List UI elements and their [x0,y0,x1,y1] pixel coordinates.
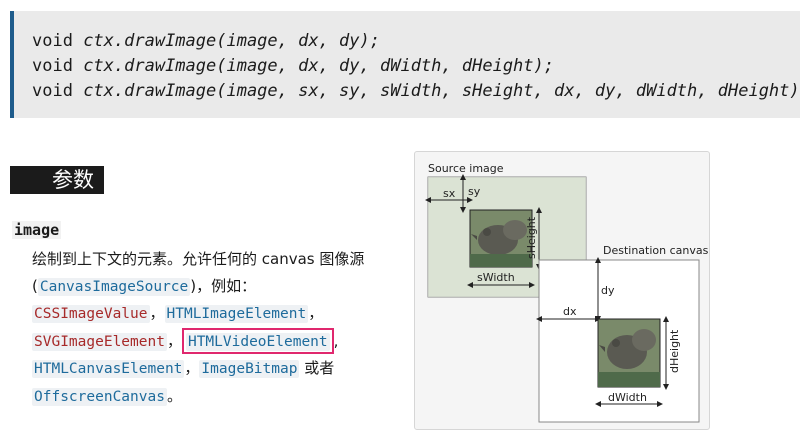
separator: ， [166,332,182,350]
dwidth-label: dWidth [608,391,647,404]
html-canvas-element-link[interactable]: HTMLCanvasElement [32,360,185,378]
code-keyword: void [32,81,84,101]
svg-image-element-link[interactable]: SVGImageElement [32,333,167,351]
code-line-1: void ctx.drawImage(image, dx, dy); [32,31,380,51]
sheight-label: sHeight [525,216,538,259]
param-description: 绘制到上下文的元素。允许任何的 canvas 图像源 [32,250,365,268]
css-image-value-link[interactable]: CSSImageValue [32,305,150,323]
dy-label: dy [601,284,615,297]
code-call: ctx.drawImage(image, dx, dy); [83,31,380,51]
param-name: image [12,221,62,239]
dx-label: dx [563,305,577,318]
separator: , [333,332,339,350]
diagram-svg: Source image sx sy sHeight sWidth Destin… [425,162,709,423]
desc-line-3: CSSImageValue， HTMLImageElement， [32,302,323,323]
desc-line-2: (CanvasImageSource)，例如： [32,275,256,296]
dheight-label: dHeight [668,329,681,373]
image-bitmap-link[interactable]: ImageBitmap [199,360,300,378]
desc-line-4: SVGImageElement， HTMLVideoElement, [32,328,339,354]
sx-label: sx [443,187,456,200]
code-line-2: void ctx.drawImage(image, dx, dy, dWidth… [32,56,554,76]
drawimage-diagram: Source image sx sy sHeight sWidth Destin… [414,151,710,430]
desc-line-5: HTMLCanvasElement， ImageBitmap 或者 [32,357,334,378]
code-keyword: void [32,56,84,76]
code-keyword: void [32,31,84,51]
code-line-3: void ctx.drawImage(image, sx, sy, sWidth… [32,81,800,101]
source-image-label: Source image [428,162,504,175]
section-heading: 参数 [10,166,104,194]
highlight-box: HTMLVideoElement [181,328,334,354]
code-call: ctx.drawImage(image, sx, sy, sWidth, sHe… [83,81,800,101]
html-video-element-link[interactable]: HTMLVideoElement [185,333,330,351]
sy-label: sy [468,185,481,198]
canvas-image-source-link[interactable]: CanvasImageSource [37,278,191,296]
code-call: ctx.drawImage(image, dx, dy, dWidth, dHe… [83,56,554,76]
separator: ， [149,304,165,322]
paren-close: )，例如： [190,277,257,295]
separator: ， [308,304,324,322]
html-image-element-link[interactable]: HTMLImageElement [164,305,309,323]
or-text: 或者 [304,359,335,377]
paren-open: ( [32,277,38,295]
period: 。 [166,387,182,405]
offscreen-canvas-link[interactable]: OffscreenCanvas [32,388,167,406]
destination-canvas-label: Destination canvas [603,244,709,257]
swidth-label: sWidth [477,271,515,284]
code-block: void ctx.drawImage(image, dx, dy); void … [10,11,800,118]
separator: ， [184,359,200,377]
desc-line-6: OffscreenCanvas。 [32,385,182,406]
